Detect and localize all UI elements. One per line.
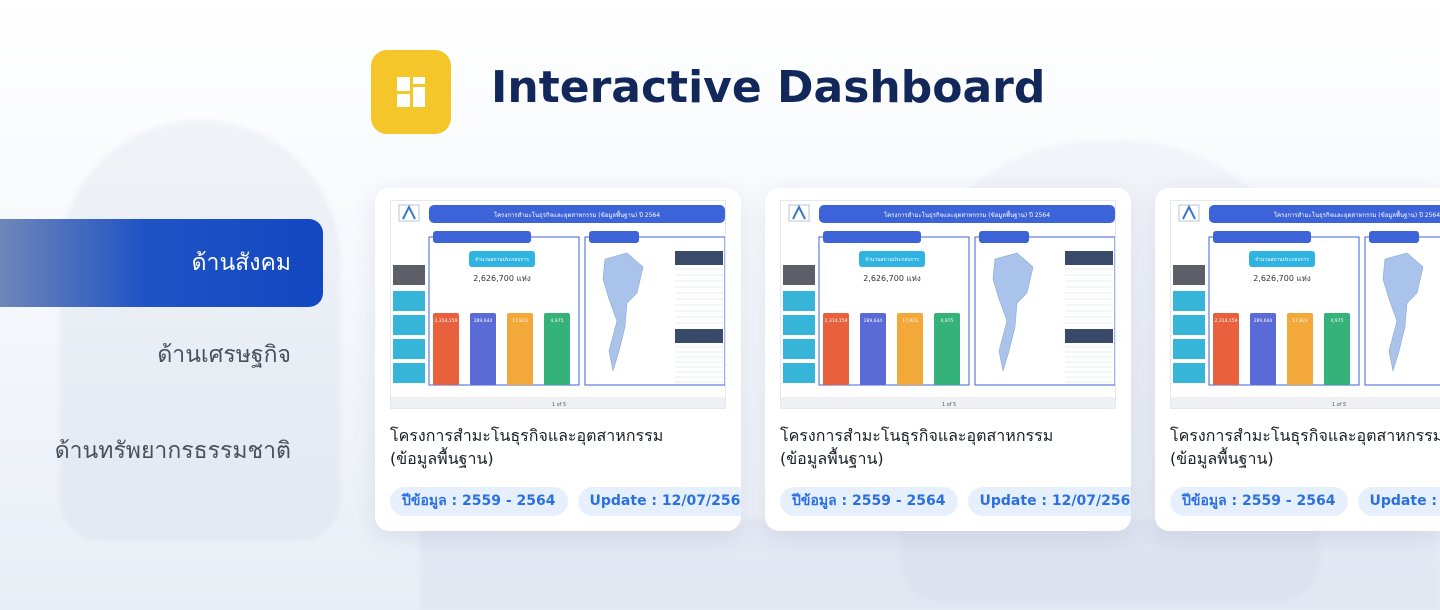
card-title[interactable]: โครงการสำมะโนธุรกิจและอุตสาหกรรม (ข้อมูล… xyxy=(1170,424,1440,470)
preview-table-header xyxy=(1065,329,1113,343)
preview-total-label: จำนวนสถานประกอบการ xyxy=(475,257,529,263)
card-title-line: โครงการสำมะโนธุรกิจและอุตสาหกรรม xyxy=(390,426,664,445)
preview-table-header xyxy=(675,329,723,343)
preview-map-tab xyxy=(1369,231,1419,243)
preview-stat-value: 17,923 xyxy=(902,318,918,324)
preview-total-value: 2,626,700 แห่ง xyxy=(1253,274,1311,283)
thailand-map-shape xyxy=(992,252,1034,372)
thailand-map-shape xyxy=(602,252,644,372)
preview-stat-value: 289,644 xyxy=(1254,318,1273,324)
preview-menu-block xyxy=(1173,291,1205,311)
preview-map-tab xyxy=(589,231,639,243)
dashboard-preview: โครงการสำมะโนธุรกิจและอุตสาหกรรม (ข้อมูล… xyxy=(1171,204,1440,408)
dashboard-preview: โครงการสำมะโนธุรกิจและอุตสาหกรรม (ข้อมูล… xyxy=(781,204,1115,408)
card-title-line: โครงการสำมะโนธุรกิจและอุตสาหกรรม xyxy=(1170,426,1440,445)
preview-stat-value: 17,923 xyxy=(1292,318,1308,324)
sidebar-item-label: ด้านทรัพยากรธรรมชาติ xyxy=(54,438,291,464)
preview-menu-block xyxy=(1173,265,1205,285)
preview-stat-value: 289,644 xyxy=(864,318,883,324)
preview-map-tab xyxy=(979,231,1029,243)
preview-menu-block xyxy=(783,315,815,335)
preview-menu-block xyxy=(393,265,425,285)
preview-menu-block xyxy=(393,291,425,311)
sidebar-item-social[interactable]: ด้านสังคม xyxy=(0,219,323,307)
preview-table-header xyxy=(675,251,723,265)
sidebar-item-label: ด้านเศรษฐกิจ xyxy=(157,342,291,368)
dashboard-card[interactable]: โครงการสำมะโนธุรกิจและอุตสาหกรรม (ข้อมูล… xyxy=(765,188,1131,531)
update-badge: Update : 12/07/2565 xyxy=(967,487,1131,516)
preview-total-value: 2,626,700 แห่ง xyxy=(863,274,921,283)
preview-stat-value: 4,975 xyxy=(551,318,564,324)
background-decoration xyxy=(420,520,1440,610)
preview-footer xyxy=(1171,397,1440,408)
preview-menu-block xyxy=(783,291,815,311)
preview-menu-block xyxy=(1173,363,1205,383)
update-badge: Update : 12/07/2565 xyxy=(577,487,741,516)
card-title[interactable]: โครงการสำมะโนธุรกิจและอุตสาหกรรม (ข้อมูล… xyxy=(780,424,1120,470)
preview-stat-value: 2,314,159 xyxy=(435,318,458,324)
dashboard-thumbnail[interactable]: โครงการสำมะโนธุรกิจและอุตสาหกรรม (ข้อมูล… xyxy=(1170,200,1440,409)
card-badges: ปีข้อมูล : 2559 - 2564 Update : 12/07/25… xyxy=(390,487,741,516)
card-title-line: โครงการสำมะโนธุรกิจและอุตสาหกรรม xyxy=(780,426,1054,445)
preview-menu-block xyxy=(1173,315,1205,335)
preview-menu-block xyxy=(783,363,815,383)
years-badge: ปีข้อมูล : 2559 - 2564 xyxy=(780,487,958,516)
preview-page-indicator: 1 of 5 xyxy=(1332,402,1346,408)
sidebar-item-label: ด้านสังคม xyxy=(191,250,291,276)
card-badges: ปีข้อมูล : 2559 - 2564 Update : 12/07/25… xyxy=(780,487,1131,516)
preview-total-label: จำนวนสถานประกอบการ xyxy=(1255,257,1309,263)
preview-menu-block xyxy=(393,315,425,335)
dashboard-card[interactable]: โครงการสำมะโนธุรกิจและอุตสาหกรรม (ข้อมูล… xyxy=(375,188,741,531)
dashboard-thumbnail[interactable]: โครงการสำมะโนธุรกิจและอุตสาหกรรม (ข้อมูล… xyxy=(390,200,726,409)
preview-stat-value: 17,923 xyxy=(512,318,528,324)
thailand-map-shape xyxy=(1382,252,1424,372)
preview-stat-value: 2,314,159 xyxy=(825,318,848,324)
years-badge: ปีข้อมูล : 2559 - 2564 xyxy=(1170,487,1348,516)
page-title: Interactive Dashboard xyxy=(491,62,1046,113)
preview-menu-block xyxy=(783,265,815,285)
preview-page-indicator: 1 of 5 xyxy=(942,402,956,408)
preview-page-indicator: 1 of 5 xyxy=(552,402,566,408)
preview-panel-tab xyxy=(1213,231,1311,243)
preview-stat-value: 289,644 xyxy=(474,318,493,324)
sidebar-item-economic[interactable]: ด้านเศรษฐกิจ xyxy=(0,307,323,403)
preview-menu-block xyxy=(783,339,815,359)
dashboard-card[interactable]: โครงการสำมะโนธุรกิจและอุตสาหกรรม (ข้อมูล… xyxy=(1155,188,1440,531)
card-title-line: (ข้อมูลพื้นฐาน) xyxy=(780,449,884,468)
preview-menu-block xyxy=(1173,339,1205,359)
preview-menu-block xyxy=(393,363,425,383)
dashboard-grid-icon-svg xyxy=(397,77,425,107)
card-title-line: (ข้อมูลพื้นฐาน) xyxy=(390,449,494,468)
dashboard-preview: โครงการสำมะโนธุรกิจและอุตสาหกรรม (ข้อมูล… xyxy=(391,204,725,408)
preview-panel-tab xyxy=(823,231,921,243)
preview-stat-value: 4,975 xyxy=(1331,318,1344,324)
update-badge: Update : 12/07/2565 xyxy=(1357,487,1440,516)
preview-stat-value: 4,975 xyxy=(941,318,954,324)
preview-total-value: 2,626,700 แห่ง xyxy=(473,274,531,283)
card-title[interactable]: โครงการสำมะโนธุรกิจและอุตสาหกรรม (ข้อมูล… xyxy=(390,424,730,470)
dashboard-grid-icon xyxy=(371,50,451,134)
years-badge: ปีข้อมูล : 2559 - 2564 xyxy=(390,487,568,516)
preview-menu-block xyxy=(393,339,425,359)
card-badges: ปีข้อมูล : 2559 - 2564 Update : 12/07/25… xyxy=(1170,487,1440,516)
category-sidebar: ด้านสังคม ด้านเศรษฐกิจ ด้านทรัพยากรธรรมช… xyxy=(0,219,323,499)
preview-total-label: จำนวนสถานประกอบการ xyxy=(865,257,919,263)
preview-table-header xyxy=(1065,251,1113,265)
dashboard-thumbnail[interactable]: โครงการสำมะโนธุรกิจและอุตสาหกรรม (ข้อมูล… xyxy=(780,200,1116,409)
preview-stat-value: 2,314,159 xyxy=(1215,318,1238,324)
sidebar-item-natural-resources[interactable]: ด้านทรัพยากรธรรมชาติ xyxy=(0,403,323,499)
card-title-line: (ข้อมูลพื้นฐาน) xyxy=(1170,449,1274,468)
preview-panel-tab xyxy=(433,231,531,243)
